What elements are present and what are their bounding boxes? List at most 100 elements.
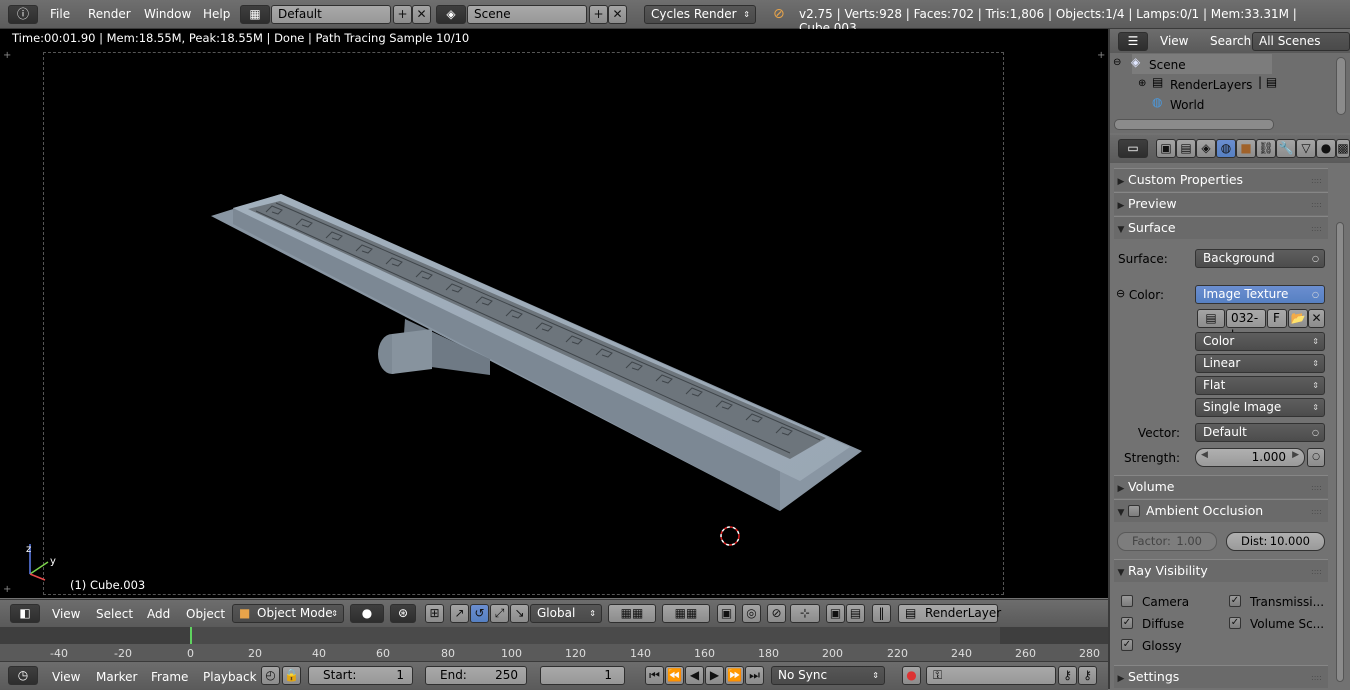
tool-icon[interactable]: ↘: [510, 604, 529, 623]
diffuse-ray-checkbox[interactable]: ✓: [1121, 617, 1133, 629]
scale-icon[interactable]: ⤢: [490, 604, 509, 623]
constraints-tab-icon[interactable]: ⛓: [1256, 139, 1276, 158]
jump-start-icon[interactable]: ⏮: [645, 666, 664, 685]
proportional-edit-icon[interactable]: ◎: [742, 604, 761, 623]
panel-grip-icon[interactable]: ::::: [1311, 224, 1322, 233]
data-tab-icon[interactable]: ▽: [1296, 139, 1316, 158]
menu-playback[interactable]: Playback: [203, 670, 257, 684]
menu-render[interactable]: Render: [88, 7, 131, 21]
panel-custom-properties[interactable]: ▶ Custom Properties: [1114, 168, 1328, 191]
scene-tab-icon[interactable]: ◈: [1196, 139, 1216, 158]
panel-surface[interactable]: ▼ Surface: [1114, 216, 1328, 239]
render-still-icon[interactable]: ▣: [826, 604, 845, 623]
scene-field[interactable]: Scene: [467, 5, 587, 24]
properties-editor-icon[interactable]: ▭: [1118, 139, 1148, 158]
end-frame-field[interactable]: End: 250: [425, 666, 527, 685]
image-browse-icon[interactable]: ▤: [1197, 309, 1225, 328]
expand-icon[interactable]: ⊕: [1138, 78, 1146, 89]
decrement-arrow-icon[interactable]: ◀: [1201, 450, 1208, 460]
timeline-editor-icon[interactable]: ◷: [8, 666, 38, 685]
menu-search[interactable]: Search: [1210, 34, 1251, 48]
fake-user-button[interactable]: F: [1267, 309, 1287, 328]
outliner-item-renderlayers[interactable]: RenderLayers: [1170, 78, 1252, 92]
remove-screen-icon[interactable]: ✕: [412, 5, 431, 24]
editor-type-icon[interactable]: ◧: [10, 604, 40, 623]
menu-frame[interactable]: Frame: [151, 670, 188, 684]
manipulator-icon[interactable]: ⊞: [425, 604, 444, 623]
next-keyframe-icon[interactable]: ⏩: [725, 666, 744, 685]
menu-select[interactable]: Select: [96, 607, 133, 621]
play-reverse-icon[interactable]: ◀: [685, 666, 704, 685]
render-layer-icon[interactable]: ‖: [872, 604, 891, 623]
outliner-filter-select[interactable]: All Scenes: [1252, 32, 1350, 51]
remove-scene-icon[interactable]: ✕: [608, 5, 627, 24]
panel-grip-icon[interactable]: ::::: [1311, 483, 1322, 492]
menu-view[interactable]: View: [52, 670, 80, 684]
menu-view[interactable]: View: [1160, 34, 1188, 48]
ao-distance-field[interactable]: Dist: 10.000: [1226, 532, 1325, 551]
vertical-scrollbar[interactable]: [1336, 57, 1346, 115]
keying-set-field[interactable]: ⚿: [926, 666, 1056, 685]
object-tab-icon[interactable]: ■: [1236, 139, 1256, 158]
add-screen-icon[interactable]: +: [393, 5, 412, 24]
snap-icon[interactable]: ⊘: [767, 604, 786, 623]
horizontal-scrollbar[interactable]: [1114, 119, 1274, 130]
snap-target-icon[interactable]: ⊹: [790, 604, 820, 623]
layers-grid-icon[interactable]: ▦▦: [608, 604, 656, 623]
screen-layout-icon[interactable]: ▦: [240, 5, 270, 24]
surface-shader-select[interactable]: Background ○: [1195, 249, 1325, 268]
volume-scatter-ray-checkbox[interactable]: ✓: [1229, 617, 1241, 629]
info-editor-icon[interactable]: ⓘ: [8, 5, 38, 24]
panel-grip-icon[interactable]: ::::: [1311, 176, 1322, 185]
scene-icon[interactable]: ◈: [436, 5, 466, 24]
mode-select[interactable]: ■ Object Mode ⇕: [232, 604, 344, 623]
panel-grip-icon[interactable]: ::::: [1311, 200, 1322, 209]
panel-ambient-occlusion[interactable]: ▼ Ambient Occlusion: [1114, 499, 1328, 522]
strength-slider[interactable]: ◀ 1.000 ▶: [1195, 448, 1305, 467]
layer-lock-icon[interactable]: ▣: [717, 604, 736, 623]
shading-icon[interactable]: ●: [350, 604, 384, 623]
interpolation-select[interactable]: Linear ⇕: [1195, 354, 1325, 373]
screen-layout-field[interactable]: Default: [271, 5, 391, 24]
color-space-select[interactable]: Color ⇕: [1195, 332, 1325, 351]
node-dot-icon[interactable]: ○: [1307, 448, 1325, 467]
menu-file[interactable]: File: [50, 7, 70, 21]
pivot-icon[interactable]: ⊛: [390, 604, 416, 623]
menu-view[interactable]: View: [52, 607, 80, 621]
jump-end-icon[interactable]: ⏭: [745, 666, 764, 685]
record-icon[interactable]: ●: [902, 666, 921, 685]
delete-keyframe-icon[interactable]: ⚷: [1078, 666, 1097, 685]
color-input-select[interactable]: Image Texture ○: [1195, 285, 1325, 304]
outliner-editor-icon[interactable]: ☰: [1118, 32, 1148, 51]
lock-icon[interactable]: 🔒: [282, 666, 301, 685]
image-name-field[interactable]: 032-h: [1226, 309, 1266, 342]
ao-factor-field[interactable]: Factor: 1.00: [1117, 532, 1217, 551]
menu-object[interactable]: Object: [186, 607, 225, 621]
unlink-icon[interactable]: ⊖: [1116, 287, 1125, 300]
render-engine-select[interactable]: Cycles Render ⇕: [644, 5, 756, 24]
vector-input-select[interactable]: Default ○: [1195, 423, 1325, 442]
outliner-item-world[interactable]: World: [1170, 98, 1204, 112]
world-tab-icon[interactable]: ◍: [1216, 139, 1236, 158]
panel-settings[interactable]: ▶ Settings: [1114, 665, 1328, 688]
increment-arrow-icon[interactable]: ▶: [1292, 450, 1299, 460]
material-tab-icon[interactable]: ●: [1316, 139, 1336, 158]
translate-icon[interactable]: ↗: [450, 604, 469, 623]
current-frame-field[interactable]: 1: [540, 666, 625, 685]
open-image-icon[interactable]: 📂: [1288, 309, 1308, 328]
render-tab-icon[interactable]: ▣: [1156, 139, 1176, 158]
orientation-select[interactable]: Global ⇕: [530, 604, 602, 623]
panel-grip-icon[interactable]: ::::: [1311, 673, 1322, 682]
image-source-select[interactable]: Single Image ⇕: [1195, 398, 1325, 417]
start-frame-field[interactable]: Start: 1: [308, 666, 413, 685]
transmission-ray-checkbox[interactable]: ✓: [1229, 595, 1241, 607]
menu-help[interactable]: Help: [203, 7, 230, 21]
glossy-ray-checkbox[interactable]: ✓: [1121, 639, 1133, 651]
panel-grip-icon[interactable]: ::::: [1311, 567, 1322, 576]
panel-grip-icon[interactable]: ::::: [1311, 507, 1322, 516]
menu-marker[interactable]: Marker: [96, 670, 137, 684]
camera-ray-checkbox[interactable]: [1121, 595, 1133, 607]
keying-icon[interactable]: ◴: [261, 666, 280, 685]
insert-keyframe-icon[interactable]: ⚷: [1058, 666, 1077, 685]
prev-keyframe-icon[interactable]: ⏪: [665, 666, 684, 685]
